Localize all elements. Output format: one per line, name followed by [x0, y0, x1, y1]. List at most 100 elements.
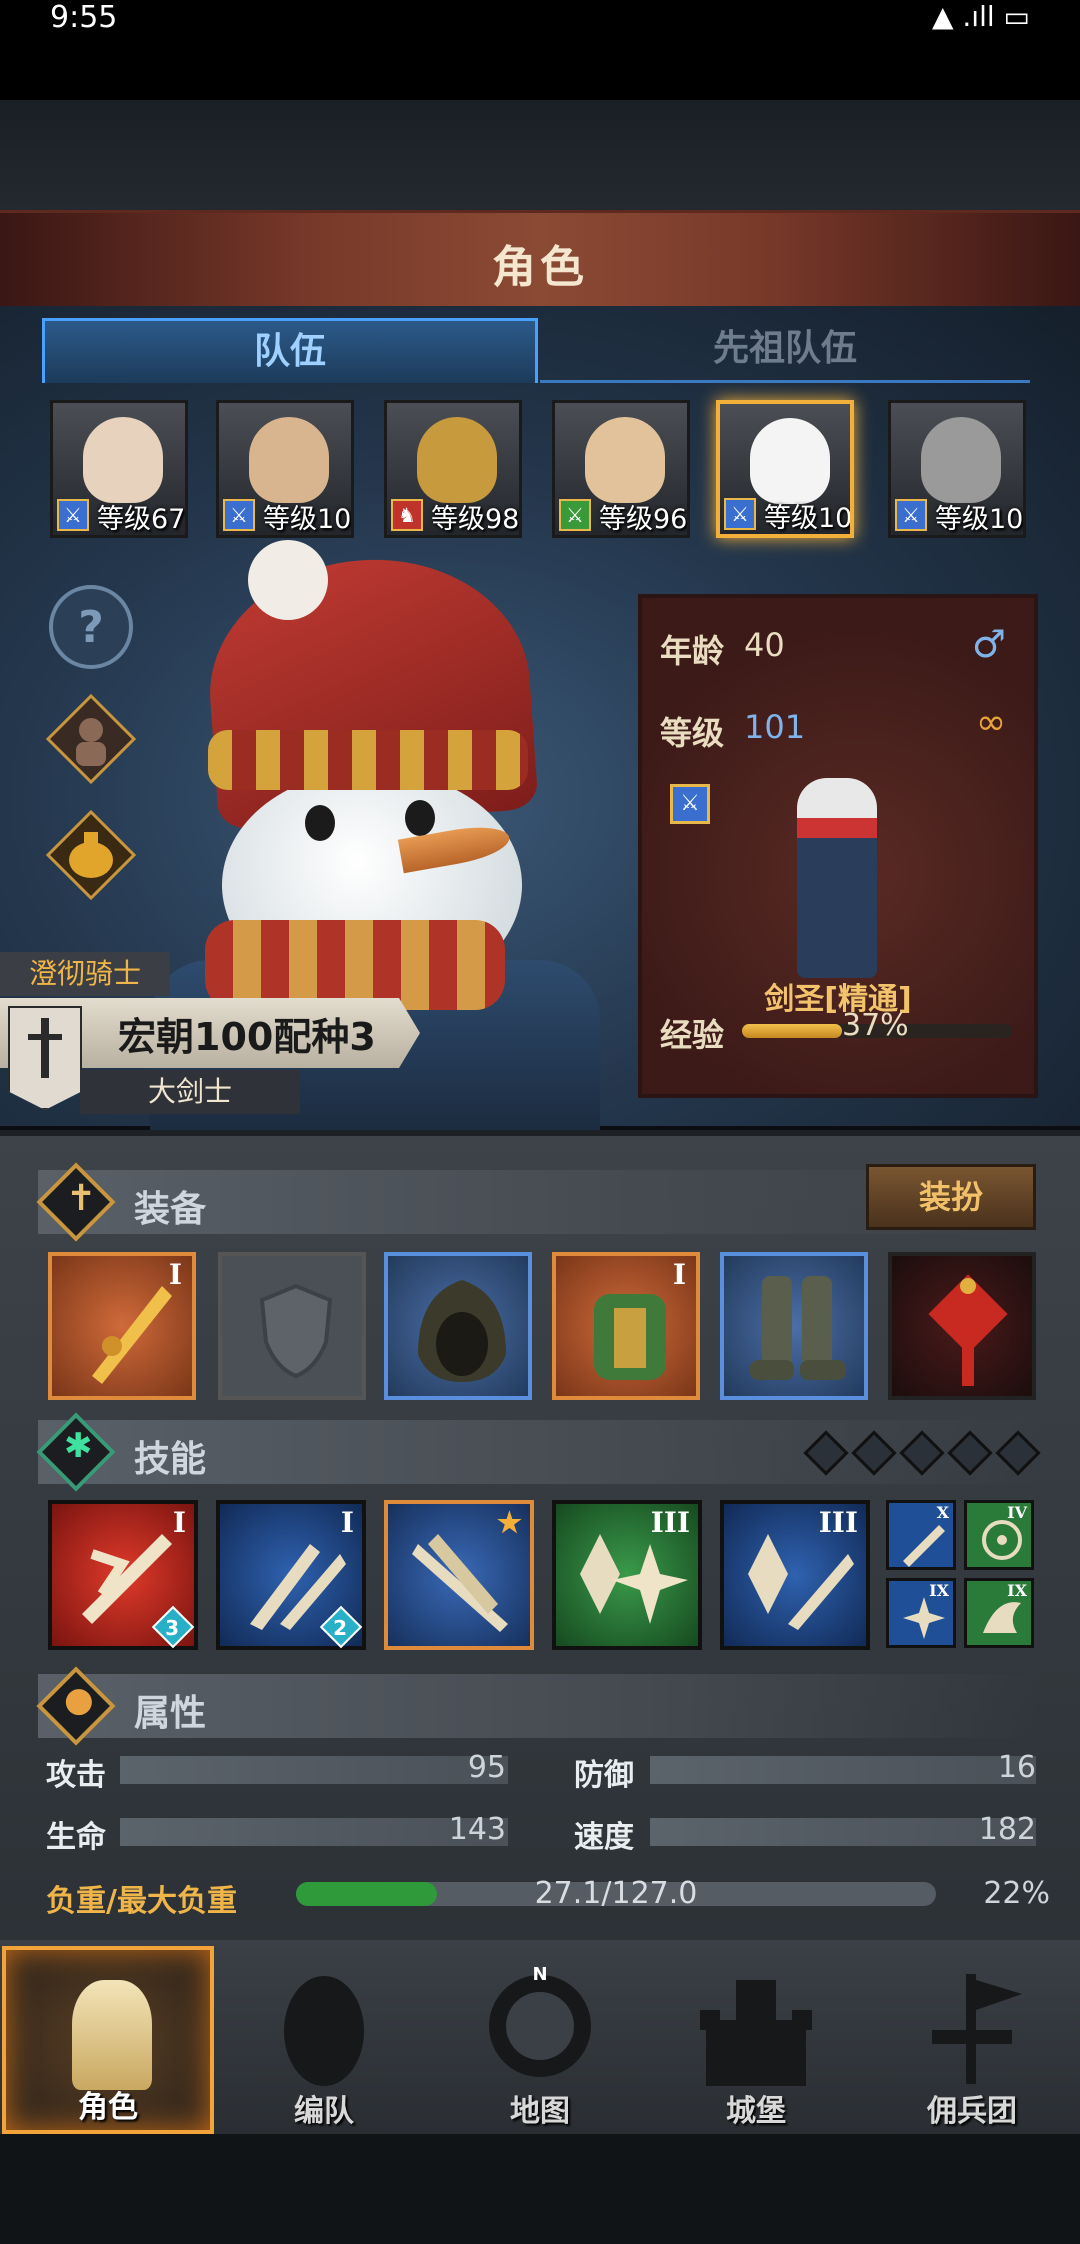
portrait-face	[750, 418, 830, 504]
help-icon[interactable]: ?	[46, 582, 136, 672]
boots-icon	[750, 1276, 846, 1380]
character-eye	[405, 800, 435, 836]
ring-icon: ∞	[976, 702, 1006, 743]
passive-skill-4[interactable]: IX	[964, 1578, 1034, 1648]
knight-icon	[72, 1980, 152, 2090]
equipment-title: 装备	[134, 1189, 207, 1230]
character-name: 宏朝100配种3	[118, 1015, 376, 1059]
load-label: 负重/最大负重	[46, 1884, 237, 1919]
compass-icon: N	[489, 1966, 591, 2077]
skills-title: 技能	[134, 1439, 207, 1480]
portrait-face	[921, 417, 1001, 503]
skill-badge: 3	[165, 1616, 179, 1640]
member-level: 等级67	[97, 504, 186, 535]
team-member-4[interactable]: ⚔ 等级96	[552, 400, 690, 538]
target-icon	[982, 1520, 1022, 1560]
class-icon: ⚔	[670, 784, 710, 824]
crossed-blades-icon	[412, 1534, 508, 1632]
character-hat-band	[208, 730, 528, 790]
castle-icon	[700, 1980, 812, 2086]
portrait-face	[417, 417, 497, 503]
status-time: 9:55	[50, 0, 118, 35]
skill-4[interactable]: III	[552, 1500, 702, 1650]
nav-label: 角色	[78, 2090, 138, 2125]
passive-skill-3[interactable]: IX	[886, 1578, 956, 1648]
system-bottom-bar	[0, 2134, 1080, 2244]
equip-slot-shield[interactable]	[218, 1252, 366, 1400]
tab-ancestor-team[interactable]: 先祖队伍	[540, 318, 1030, 383]
banner-flag-icon	[932, 1974, 1022, 2084]
person-icon: ●	[64, 1680, 94, 1720]
exp-bar-fill	[742, 1024, 842, 1038]
skill-2[interactable]: I 2	[216, 1500, 366, 1650]
defense-label: 防御	[574, 1758, 634, 1793]
nav-castle[interactable]: 城堡	[650, 1946, 862, 2134]
speed-value: 182	[978, 1812, 1036, 1847]
team-member-1[interactable]: ⚔ 等级67	[50, 400, 188, 538]
character-title-tag: 澄彻骑士	[0, 952, 170, 996]
svg-text:N: N	[532, 1966, 547, 1985]
team-member-3[interactable]: ♞ 等级98	[384, 400, 522, 538]
dress-up-button[interactable]: 装扮	[866, 1164, 1036, 1230]
load-percent: 22%	[983, 1876, 1050, 1911]
age-label: 年龄	[660, 632, 725, 670]
nav-formation[interactable]: 编队	[218, 1946, 430, 2134]
character-hat-pompom	[248, 540, 328, 620]
skill-3[interactable]: ★	[384, 1500, 534, 1650]
exp-label: 经验	[660, 1016, 725, 1054]
speed-label: 速度	[574, 1820, 634, 1855]
silhouette-icon[interactable]	[45, 693, 137, 785]
character-class: 大剑士	[80, 1070, 300, 1114]
skill-1[interactable]: I 3	[48, 1500, 198, 1650]
male-icon: ♂	[971, 622, 1006, 666]
skill-badge: 2	[333, 1616, 347, 1640]
level-label: 等级	[660, 714, 725, 752]
status-bar: 9:55 ▲ .ıll ▭	[0, 0, 1080, 100]
exp-percent: 37%	[842, 1008, 909, 1043]
team-member-5[interactable]: ⚔ 等级101	[716, 400, 854, 538]
nav-label: 地图	[510, 2094, 570, 2129]
golden-sword-icon	[92, 1286, 172, 1384]
level-value: 101	[744, 708, 806, 746]
equip-slot-armor[interactable]: I	[552, 1252, 700, 1400]
member-level: 等级107	[263, 504, 352, 535]
crystal-claw-icon	[748, 1534, 854, 1630]
attack-label: 攻击	[46, 1758, 106, 1793]
page-header: 角色	[0, 210, 1080, 313]
hp-value: 143	[448, 1812, 506, 1847]
team-member-6[interactable]: ⚔ 等级107	[888, 400, 1026, 538]
character-scarf	[205, 920, 505, 1010]
svg-text:?: ?	[78, 602, 104, 653]
passive-skill-2[interactable]: IV	[964, 1500, 1034, 1570]
nav-label: 佣兵团	[927, 2094, 1017, 2129]
hero-figure	[797, 778, 877, 978]
portrait-face	[249, 417, 329, 503]
helmet-icon	[284, 1976, 364, 2086]
portrait-face	[585, 417, 665, 503]
equip-slot-helmet[interactable]	[384, 1252, 532, 1400]
nav-label: 编队	[294, 2094, 354, 2129]
skill-5[interactable]: III	[720, 1500, 870, 1650]
character-info-card: 年龄 40 ♂ 等级 101 ∞ ⚔ 剑圣[精通] 经验 37%	[638, 594, 1038, 1098]
shield-icon	[259, 1283, 333, 1378]
equip-slot-weapon[interactable]: I	[48, 1252, 196, 1400]
attributes-title: 属性	[134, 1693, 207, 1734]
load-value: 27.1/127.0	[534, 1876, 698, 1911]
tab-team[interactable]: 队伍	[42, 318, 538, 383]
passive-skill-1[interactable]: X	[886, 1500, 956, 1570]
sword-banner-icon	[8, 1006, 82, 1110]
equip-slot-boots[interactable]	[720, 1252, 868, 1400]
nav-label: 城堡	[726, 2094, 786, 2129]
team-member-2[interactable]: ⚔ 等级107	[216, 400, 354, 538]
potion-icon[interactable]	[45, 809, 137, 901]
attack-value: 95	[467, 1750, 506, 1785]
hp-label: 生命	[46, 1820, 106, 1855]
equip-slot-accessory[interactable]	[888, 1252, 1036, 1400]
nav-map[interactable]: N 地图	[434, 1946, 646, 2134]
member-level: 等级96	[599, 504, 688, 535]
nav-character[interactable]: 角色	[2, 1946, 214, 2134]
member-level: 等级98	[431, 504, 520, 535]
member-level: 等级101	[764, 503, 853, 534]
nav-mercenary[interactable]: 佣兵团	[866, 1946, 1078, 2134]
member-level: 等级107	[935, 504, 1024, 535]
